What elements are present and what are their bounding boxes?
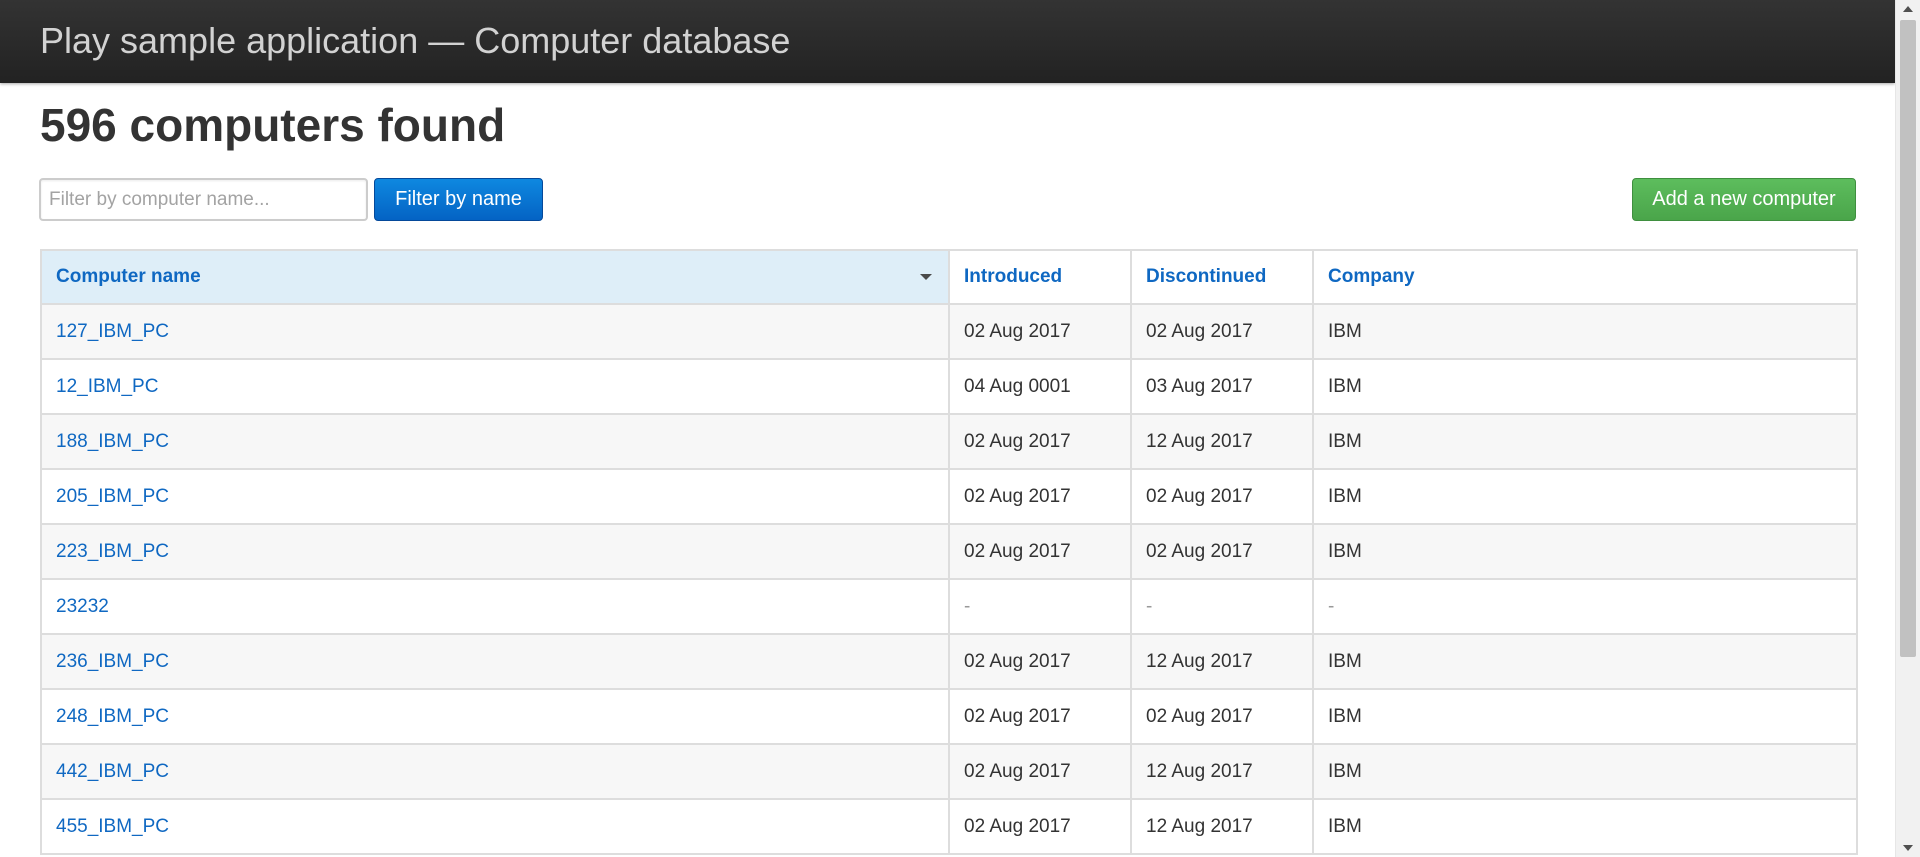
cell-computer-name: 223_IBM_PC (40, 523, 950, 580)
cell-computer-name: 236_IBM_PC (40, 633, 950, 690)
cell-discontinued: 02 Aug 2017 (1130, 303, 1314, 360)
cell-computer-name: 127_IBM_PC (40, 303, 950, 360)
cell-company: IBM (1312, 303, 1858, 360)
cell-introduced: 02 Aug 2017 (948, 523, 1132, 580)
table-row: 12_IBM_PC 04 Aug 0001 03 Aug 2017 IBM (40, 358, 1858, 415)
cell-computer-name: 23232 (40, 578, 950, 635)
column-header-label: Introduced (964, 266, 1063, 287)
cell-company: IBM (1312, 743, 1858, 800)
column-header-introduced[interactable]: Introduced (948, 249, 1132, 305)
cell-company: IBM (1312, 688, 1858, 745)
cell-computer-name: 188_IBM_PC (40, 413, 950, 470)
vertical-scrollbar[interactable] (1895, 0, 1920, 857)
scroll-down-arrow-icon[interactable] (1903, 845, 1913, 851)
cell-introduced: 02 Aug 2017 (948, 303, 1132, 360)
computer-link[interactable]: 248_IBM_PC (56, 706, 169, 727)
filter-button[interactable]: Filter by name (374, 178, 543, 221)
table-row: 205_IBM_PC 02 Aug 2017 02 Aug 2017 IBM (40, 468, 1858, 525)
computer-link[interactable]: 442_IBM_PC (56, 761, 169, 782)
cell-introduced: 02 Aug 2017 (948, 743, 1132, 800)
computer-link[interactable]: 188_IBM_PC (56, 431, 169, 452)
cell-introduced: - (948, 578, 1132, 635)
cell-discontinued: 12 Aug 2017 (1130, 633, 1314, 690)
cell-discontinued: 12 Aug 2017 (1130, 413, 1314, 470)
computer-link[interactable]: 205_IBM_PC (56, 486, 169, 507)
cell-computer-name: 248_IBM_PC (40, 688, 950, 745)
cell-computer-name: 205_IBM_PC (40, 468, 950, 525)
search-input[interactable] (39, 178, 368, 221)
cell-computer-name: 12_IBM_PC (40, 358, 950, 415)
cell-company: IBM (1312, 633, 1858, 690)
caret-down-icon (920, 274, 932, 280)
scroll-up-arrow-icon[interactable] (1903, 6, 1913, 12)
column-header-computer-name[interactable]: Computer name (40, 249, 950, 305)
cell-company: - (1312, 578, 1858, 635)
column-header-discontinued[interactable]: Discontinued (1130, 249, 1314, 305)
cell-discontinued: 12 Aug 2017 (1130, 798, 1314, 855)
cell-discontinued: 02 Aug 2017 (1130, 523, 1314, 580)
cell-introduced: 02 Aug 2017 (948, 413, 1132, 470)
computer-link[interactable]: 236_IBM_PC (56, 651, 169, 672)
cell-introduced: 02 Aug 2017 (948, 633, 1132, 690)
table-body: 127_IBM_PC 02 Aug 2017 02 Aug 2017 IBM 1… (40, 303, 1858, 855)
cell-company: IBM (1312, 468, 1858, 525)
column-header-label: Computer name (56, 266, 201, 287)
cell-discontinued: 03 Aug 2017 (1130, 358, 1314, 415)
computers-table: Computer name Introduced Discontinued Co… (40, 249, 1858, 855)
cell-introduced: 04 Aug 0001 (948, 358, 1132, 415)
table-row: 223_IBM_PC 02 Aug 2017 02 Aug 2017 IBM (40, 523, 1858, 580)
computer-link[interactable]: 12_IBM_PC (56, 376, 158, 397)
cell-company: IBM (1312, 523, 1858, 580)
table-row: 127_IBM_PC 02 Aug 2017 02 Aug 2017 IBM (40, 303, 1858, 360)
cell-computer-name: 455_IBM_PC (40, 798, 950, 855)
computer-link[interactable]: 455_IBM_PC (56, 816, 169, 837)
scrollbar-thumb[interactable] (1900, 20, 1916, 657)
cell-discontinued: 02 Aug 2017 (1130, 468, 1314, 525)
table-row: 455_IBM_PC 02 Aug 2017 12 Aug 2017 IBM (40, 798, 1858, 855)
table-row: 188_IBM_PC 02 Aug 2017 12 Aug 2017 IBM (40, 413, 1858, 470)
table-header-row: Computer name Introduced Discontinued Co… (40, 249, 1858, 305)
table-row: 442_IBM_PC 02 Aug 2017 12 Aug 2017 IBM (40, 743, 1858, 800)
column-header-company[interactable]: Company (1312, 249, 1858, 305)
table-row: 23232 - - - (40, 578, 1858, 635)
top-navbar: Play sample application — Computer datab… (0, 0, 1895, 83)
table-row: 248_IBM_PC 02 Aug 2017 02 Aug 2017 IBM (40, 688, 1858, 745)
column-header-label: Discontinued (1146, 266, 1267, 287)
cell-discontinued: 02 Aug 2017 (1130, 688, 1314, 745)
cell-introduced: 02 Aug 2017 (948, 688, 1132, 745)
app-title[interactable]: Play sample application — Computer datab… (40, 19, 790, 63)
cell-company: IBM (1312, 798, 1858, 855)
cell-company: IBM (1312, 413, 1858, 470)
computer-link[interactable]: 23232 (56, 596, 109, 617)
computer-link[interactable]: 127_IBM_PC (56, 321, 169, 342)
cell-introduced: 02 Aug 2017 (948, 798, 1132, 855)
cell-computer-name: 442_IBM_PC (40, 743, 950, 800)
cell-discontinued: 12 Aug 2017 (1130, 743, 1314, 800)
table-row: 236_IBM_PC 02 Aug 2017 12 Aug 2017 IBM (40, 633, 1858, 690)
add-computer-button[interactable]: Add a new computer (1632, 178, 1856, 221)
cell-discontinued: - (1130, 578, 1314, 635)
cell-company: IBM (1312, 358, 1858, 415)
cell-introduced: 02 Aug 2017 (948, 468, 1132, 525)
computer-link[interactable]: 223_IBM_PC (56, 541, 169, 562)
column-header-label: Company (1328, 266, 1415, 287)
page-title: 596 computers found (40, 99, 506, 151)
